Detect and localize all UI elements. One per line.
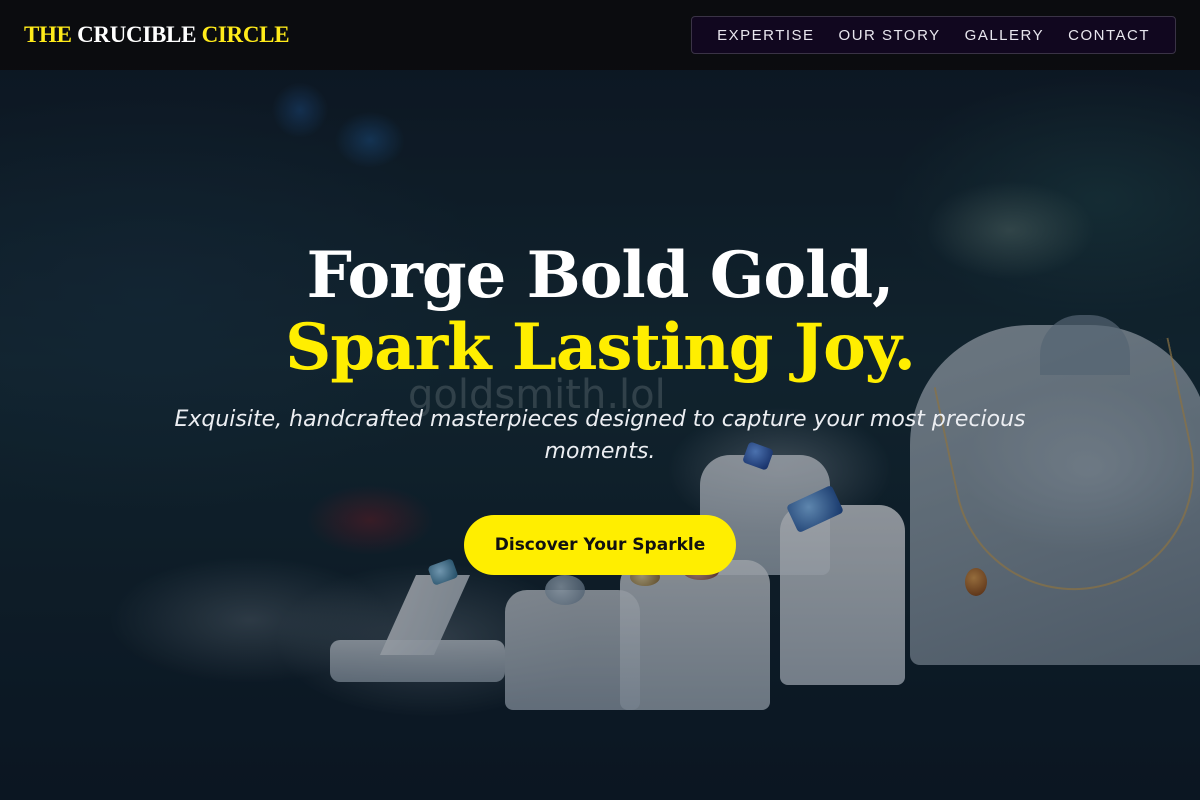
brand-word-3: CIRCLE <box>201 22 290 47</box>
brand-word-2: CRUCIBLE <box>77 22 197 47</box>
hero-subheadline: Exquisite, handcrafted masterpieces desi… <box>174 407 1026 464</box>
discover-sparkle-button[interactable]: Discover Your Sparkle <box>464 515 736 575</box>
nav-link-our-story[interactable]: OUR STORY <box>827 27 953 44</box>
hero-headline: Forge Bold Gold, Spark Lasting Joy. <box>0 240 1200 384</box>
hero-section: Forge Bold Gold, Spark Lasting Joy. Exqu… <box>0 240 1200 575</box>
headline-line-1: Forge Bold Gold, <box>306 238 895 313</box>
brand-logo[interactable]: THE CRUCIBLE CIRCLE <box>24 22 290 48</box>
nav-link-contact[interactable]: CONTACT <box>1056 27 1162 44</box>
site-header: THE CRUCIBLE CIRCLE EXPERTISE OUR STORY … <box>0 0 1200 70</box>
nav-link-expertise[interactable]: EXPERTISE <box>705 27 826 44</box>
main-nav: EXPERTISE OUR STORY GALLERY CONTACT <box>691 16 1176 54</box>
nav-link-gallery[interactable]: GALLERY <box>953 27 1056 44</box>
headline-line-2: Spark Lasting Joy. <box>285 310 916 385</box>
brand-word-1: THE <box>24 22 72 47</box>
